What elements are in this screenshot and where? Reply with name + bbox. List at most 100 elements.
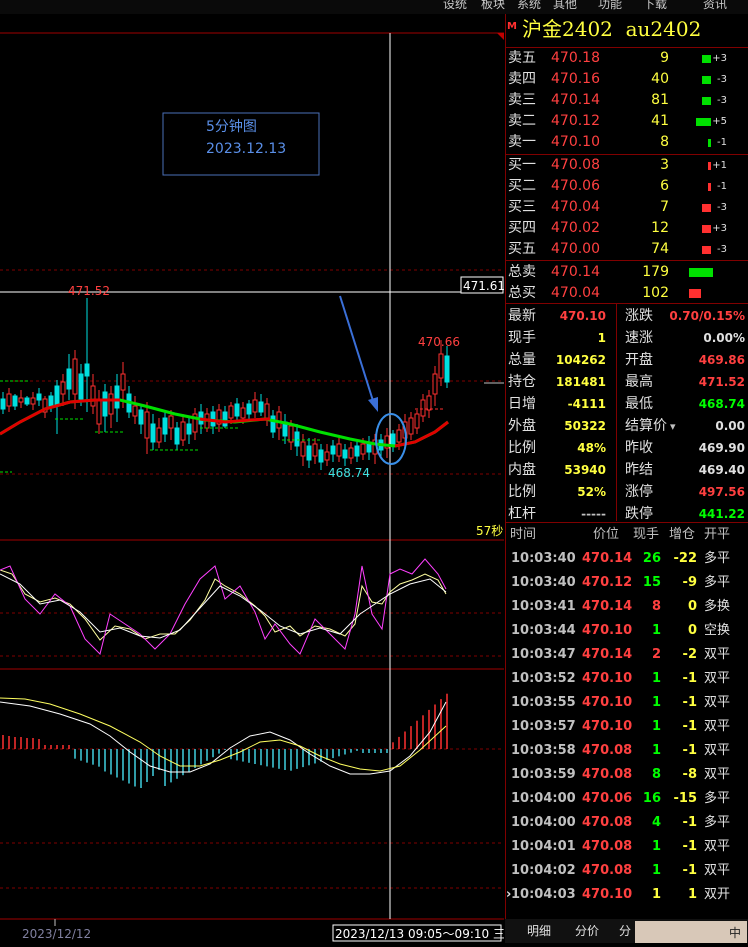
- candle-body: [156, 427, 162, 443]
- tick-row[interactable]: 10:04:01 470.08 1 -1 双平: [506, 836, 748, 857]
- macd-dif-line: [0, 701, 447, 775]
- chevron-down-icon[interactable]: ▾: [670, 416, 676, 437]
- menu-item[interactable]: 其他: [553, 0, 577, 12]
- bid-level-label: 买三: [508, 199, 536, 215]
- tick-type: 空换: [704, 623, 731, 638]
- tick-type: 多换: [704, 599, 731, 614]
- instrument-badge: M: [507, 21, 517, 32]
- order-total-label: 总买: [508, 285, 536, 301]
- ime-toolbar[interactable]: 中: [635, 921, 747, 943]
- ask-level-row[interactable]: 卖一 470.10 8 -1: [506, 132, 748, 153]
- menu-item[interactable]: 下载: [643, 0, 667, 12]
- tick-oi-change: -1: [682, 815, 697, 830]
- tick-type: 多平: [704, 551, 731, 566]
- tick-type: 多平: [704, 575, 731, 590]
- tick-price: 470.06: [582, 791, 633, 806]
- menu-item[interactable]: 系统: [517, 0, 541, 12]
- tick-row[interactable]: › 10:04:03 470.10 1 1 双开: [506, 884, 748, 905]
- tick-type: 多平: [704, 791, 731, 806]
- ask-level-volume: 40: [651, 71, 669, 87]
- oscillator-line-k: [0, 569, 447, 641]
- tick-price: 470.12: [582, 575, 633, 590]
- ask-level-row[interactable]: 卖五 470.18 9 +3: [506, 48, 748, 69]
- kline-chart-svg[interactable]: 5分钟图 2023.12.13 471.61 471.52 468.74 470…: [0, 14, 505, 943]
- candle-body: [72, 358, 78, 395]
- tick-row[interactable]: 10:03:41 470.14 8 0 多换: [506, 596, 748, 617]
- ask-level-row[interactable]: 卖四 470.16 40 -3: [506, 69, 748, 90]
- tick-row[interactable]: 10:03:55 470.10 1 -1 双平: [506, 692, 748, 713]
- macd-dea-line: [0, 697, 447, 772]
- menu-item[interactable]: 资讯: [703, 0, 727, 12]
- tick-row[interactable]: 10:03:57 470.10 1 -1 双平: [506, 716, 748, 737]
- tick-row[interactable]: 10:03:59 470.08 8 -8 双平: [506, 764, 748, 785]
- stat-row: 现手 1 速涨 0.00%: [506, 328, 748, 349]
- bid-level-row[interactable]: 买二 470.06 6 -1: [506, 176, 748, 197]
- candle-body: [240, 407, 246, 419]
- tick-time: 10:03:41: [511, 599, 576, 614]
- candle-body: [330, 445, 336, 455]
- bid-level-row[interactable]: 买四 470.02 12 +3: [506, 218, 748, 239]
- stat-value: 469.90: [698, 441, 745, 455]
- candle-body: [24, 397, 30, 405]
- tick-oi-change: 1: [687, 887, 697, 902]
- tick-time: 10:04:01: [511, 839, 576, 854]
- bid-level-change-bar: [702, 204, 711, 212]
- order-total-bar: [689, 289, 701, 298]
- tick-row[interactable]: 10:03:47 470.14 2 -2 双平: [506, 644, 748, 665]
- tick-volume: 4: [651, 815, 661, 830]
- bid-level-price: 470.02: [551, 220, 600, 236]
- tick-row[interactable]: 10:03:44 470.10 1 0 空换: [506, 620, 748, 641]
- tick-time: 10:03:57: [511, 719, 576, 734]
- candle-body: [264, 403, 270, 419]
- candle-body: [120, 373, 126, 391]
- ask-level-change-bar: [702, 97, 711, 105]
- bid-level-row[interactable]: 买一 470.08 3 +1: [506, 155, 748, 176]
- tick-time: 10:03:40: [511, 551, 576, 566]
- tab-details[interactable]: 明细: [527, 922, 551, 939]
- tick-row[interactable]: 10:04:02 470.08 1 -1 双平: [506, 860, 748, 881]
- tab-price-distribution[interactable]: 分价: [575, 922, 599, 939]
- candle-body: [114, 385, 120, 409]
- tick-row[interactable]: 10:04:00 470.08 4 -1 多平: [506, 812, 748, 833]
- kline-chart-area[interactable]: 5分钟图 2023.12.13 471.61 471.52 468.74 470…: [0, 14, 505, 943]
- menu-item[interactable]: 板块: [481, 0, 505, 12]
- tick-row[interactable]: 10:04:00 470.06 16 -15 多平: [506, 788, 748, 809]
- ime-mode-label[interactable]: 中: [729, 924, 741, 941]
- tick-volume: 1: [651, 719, 661, 734]
- bid-level-change: -3: [717, 202, 727, 213]
- tick-row[interactable]: 10:03:58 470.08 1 -1 双平: [506, 740, 748, 761]
- stat-label: 涨跌: [625, 308, 653, 324]
- tick-type: 双平: [704, 671, 731, 686]
- tick-row[interactable]: 10:03:40 470.14 26 -22 多平: [506, 548, 748, 569]
- candle-body: [426, 395, 432, 411]
- stat-value: 104262: [555, 353, 606, 367]
- candle-body: [258, 401, 264, 413]
- tab-more[interactable]: 分: [619, 922, 631, 939]
- stat-value: 181481: [555, 375, 606, 389]
- stat-row: 内盘 53940 昨结 469.40: [506, 460, 748, 481]
- ticks-header: 时间 价位 现手 增仓 开平: [506, 524, 748, 546]
- tick-time: 10:03:59: [511, 767, 576, 782]
- bid-level-row[interactable]: 买三 470.04 7 -3: [506, 197, 748, 218]
- tick-row[interactable]: 10:03:40 470.12 15 -9 多平: [506, 572, 748, 593]
- tick-time: 10:03:44: [511, 623, 576, 638]
- ticks-header-time: 时间: [510, 527, 537, 542]
- bid-level-price: 470.04: [551, 199, 600, 215]
- instrument-title: 沪金2402 au2402: [522, 17, 702, 41]
- ask-level-price: 470.18: [551, 50, 600, 66]
- ask-level-change: -3: [717, 74, 727, 85]
- stat-label: 昨结: [625, 462, 653, 478]
- candle-body: [78, 373, 84, 400]
- menu-item[interactable]: 功能: [598, 0, 622, 12]
- tick-row[interactable]: 10:03:52 470.10 1 -1 双平: [506, 668, 748, 689]
- ask-level-change: -3: [717, 95, 727, 106]
- candle-body: [186, 423, 192, 435]
- stat-label: 总量: [508, 352, 536, 368]
- tick-time: 10:04:02: [511, 863, 576, 878]
- candle-body: [144, 411, 150, 439]
- tick-oi-change: -9: [682, 575, 697, 590]
- bid-level-row[interactable]: 买五 470.00 74 -3: [506, 239, 748, 260]
- ask-level-row[interactable]: 卖三 470.14 81 -3: [506, 90, 748, 111]
- menu-item[interactable]: 设统: [443, 0, 467, 12]
- ask-level-row[interactable]: 卖二 470.12 41 +5: [506, 111, 748, 132]
